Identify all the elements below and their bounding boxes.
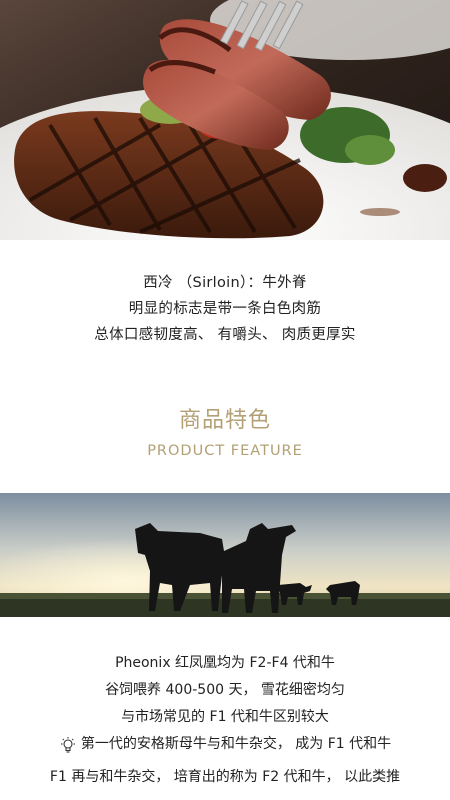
feature-title-cn: 商品特色 — [178, 408, 271, 433]
lightbulb-icon — [59, 736, 77, 754]
intro-line-1: 西冷 （Sirloin）：牛外脊 — [143, 275, 307, 291]
description-line-5: F1 再与和牛杂交， 培育出的称为 F2 代和牛， 以此类推 — [49, 768, 401, 785]
intro-line-3: 总体口感韧度高、 有嚼头、 肉质更厚实 — [94, 327, 356, 343]
steak-illustration — [0, 0, 450, 240]
intro-section: 西冷 （Sirloin）：牛外脊 明显的标志是带一条白色肉筋 总体口感韧度高、 … — [0, 270, 450, 348]
description-line-2: 谷饲喂养 400-500 天， 雪花细密均匀 — [105, 682, 345, 698]
description-line-1: Pheonix 红凤凰均为 F2-F4 代和牛 — [115, 655, 335, 671]
cattle-field-image — [0, 493, 450, 617]
description-line-4: 第一代的安格斯母牛与和牛杂交， 成为 F1 代和牛 — [80, 736, 392, 752]
feature-title-en: PRODUCT FEATURE — [147, 443, 303, 459]
feature-heading: 商品特色 PRODUCT FEATURE — [0, 404, 450, 462]
feature-description: Pheonix 红凤凰均为 F2-F4 代和牛 谷饲喂养 400-500 天， … — [0, 650, 450, 791]
description-line-4-row: 第一代的安格斯母牛与和牛杂交， 成为 F1 代和牛 — [0, 731, 450, 764]
intro-line-2: 明显的标志是带一条白色肉筋 — [128, 301, 322, 317]
description-line-3: 与市场常见的 F1 代和牛区别较大 — [121, 709, 329, 725]
hero-steak-image — [0, 0, 450, 240]
cattle-illustration — [0, 493, 450, 617]
tip-line: 第一代的安格斯母牛与和牛杂交， 成为 F1 代和牛 — [59, 731, 391, 758]
